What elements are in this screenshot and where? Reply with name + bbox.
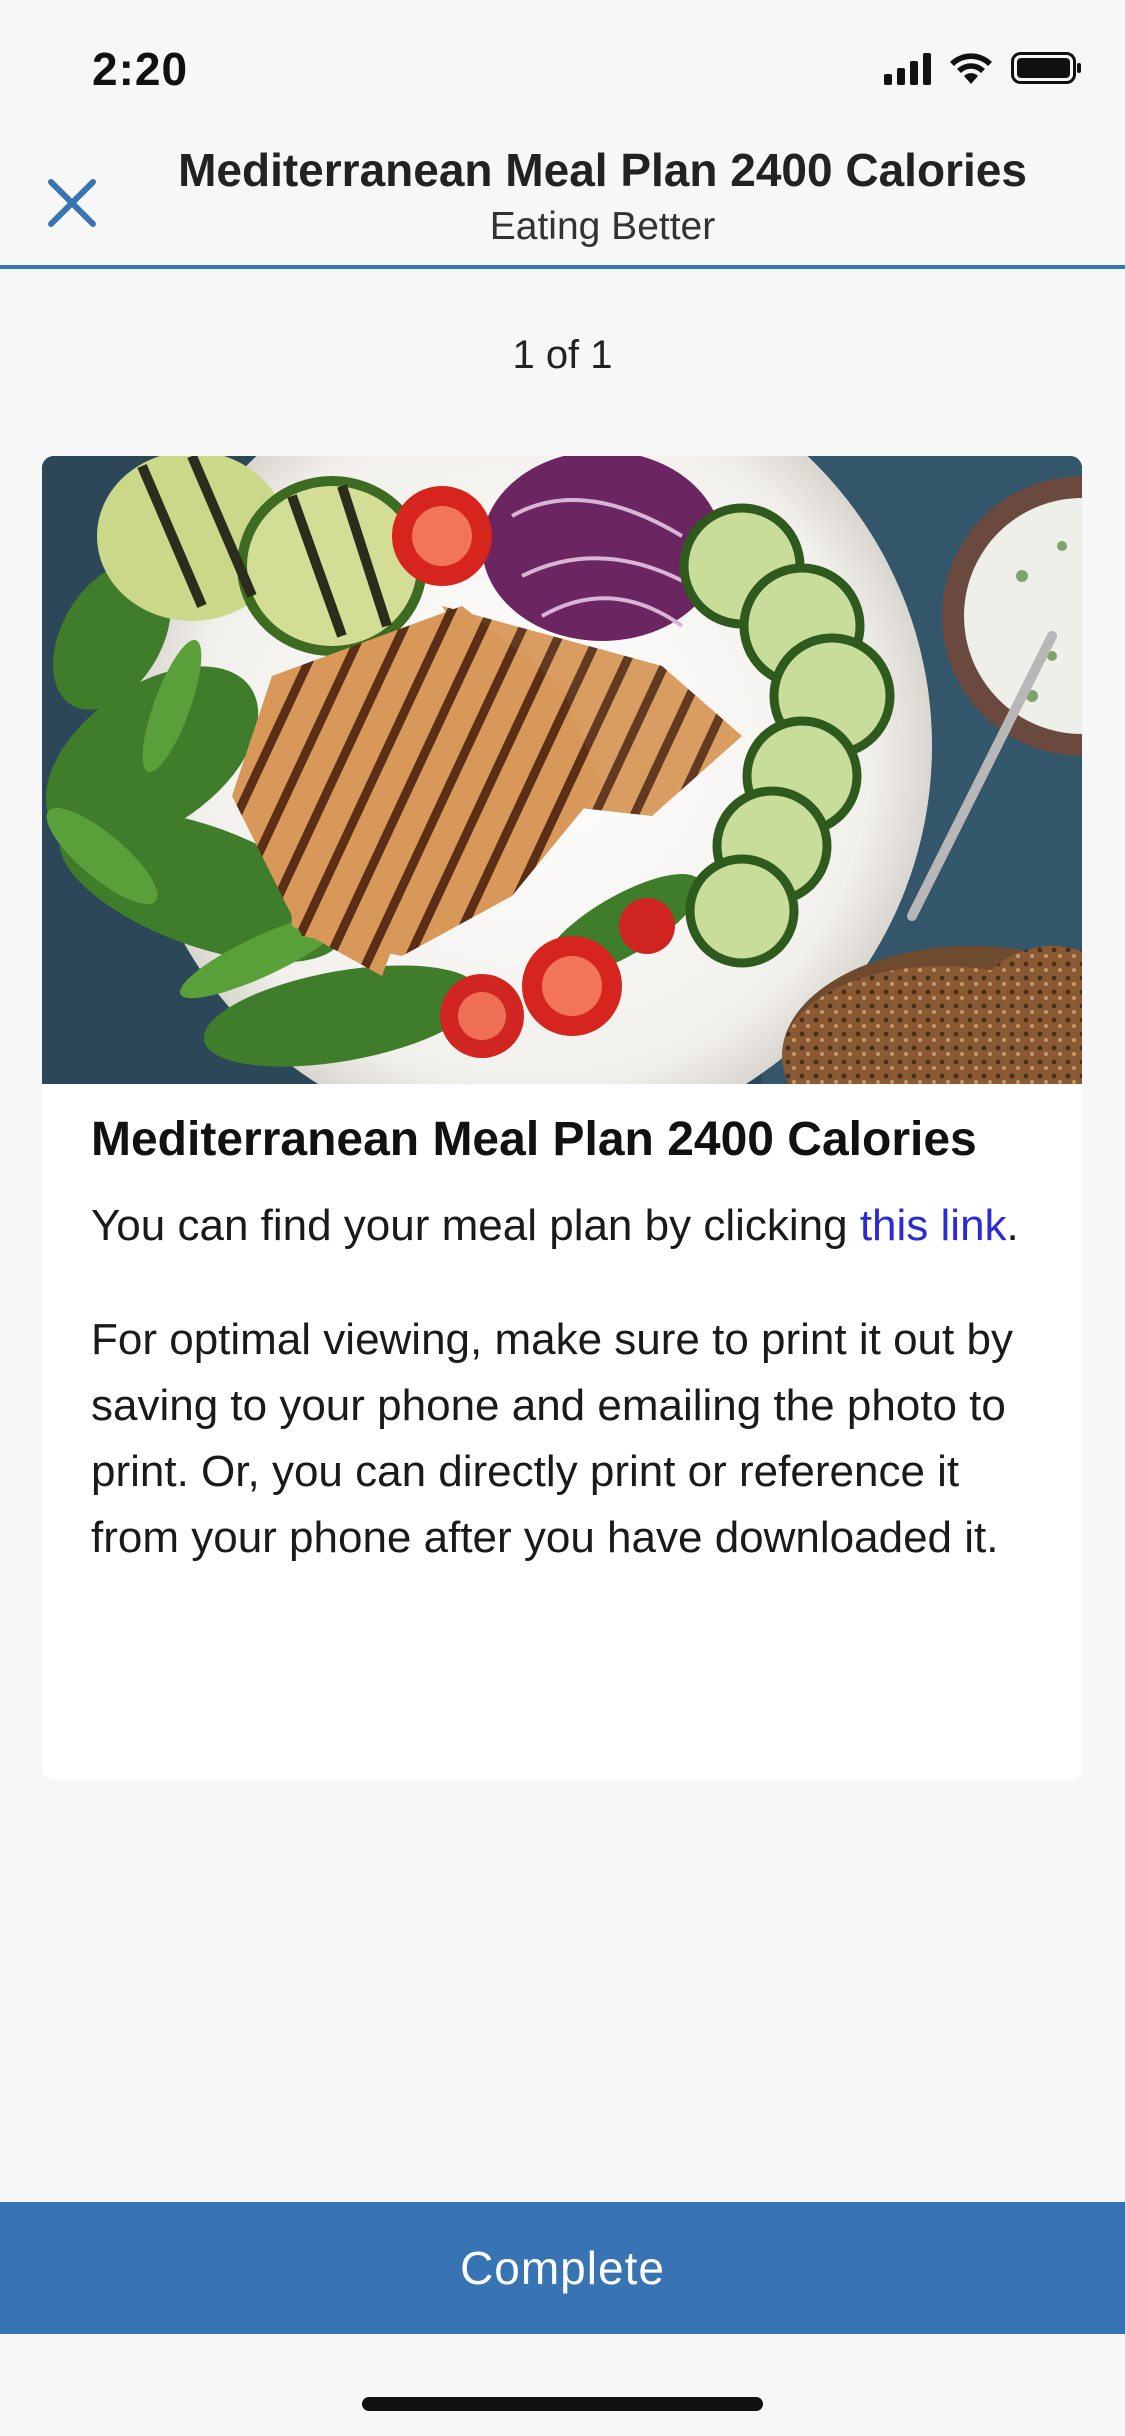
status-icons — [884, 48, 1083, 88]
paragraph-period: . — [1006, 1201, 1019, 1250]
meal-photo — [42, 456, 1082, 1166]
meal-plan-screen: 2:20 Mediterranean Meal Plan 2400 Calori… — [0, 0, 1125, 2436]
header-divider — [0, 265, 1125, 269]
battery-icon — [1011, 50, 1083, 86]
close-icon — [48, 179, 96, 227]
signal-icon — [884, 51, 931, 85]
status-time: 2:20 — [92, 43, 189, 95]
printing-instructions: For optimal viewing, make sure to print … — [91, 1315, 1013, 1562]
card-title: Mediterranean Meal Plan 2400 Calories — [91, 1113, 977, 1166]
wifi-icon — [949, 51, 993, 85]
paragraph-text: You can find your meal plan by clicking — [91, 1201, 860, 1250]
page-counter: 1 of 1 — [512, 333, 613, 377]
page-subtitle: Eating Better — [489, 205, 716, 248]
meal-plan-link[interactable]: this link — [860, 1201, 1007, 1250]
card-body: Mediterranean Meal Plan 2400 Calories Yo… — [91, 1112, 1042, 1571]
complete-button[interactable]: Complete — [0, 2202, 1125, 2334]
meal-plan-link-paragraph: You can find your meal plan by clicking … — [91, 1193, 1042, 1259]
page-title: Mediterranean Meal Plan 2400 Calories — [178, 144, 1027, 196]
close-button[interactable] — [34, 165, 110, 241]
header: Mediterranean Meal Plan 2400 Calories Ea… — [0, 135, 1125, 269]
home-indicator[interactable] — [362, 2397, 763, 2411]
status-bar: 2:20 — [0, 0, 1125, 135]
content-card: Mediterranean Meal Plan 2400 Calories Yo… — [42, 456, 1082, 1780]
